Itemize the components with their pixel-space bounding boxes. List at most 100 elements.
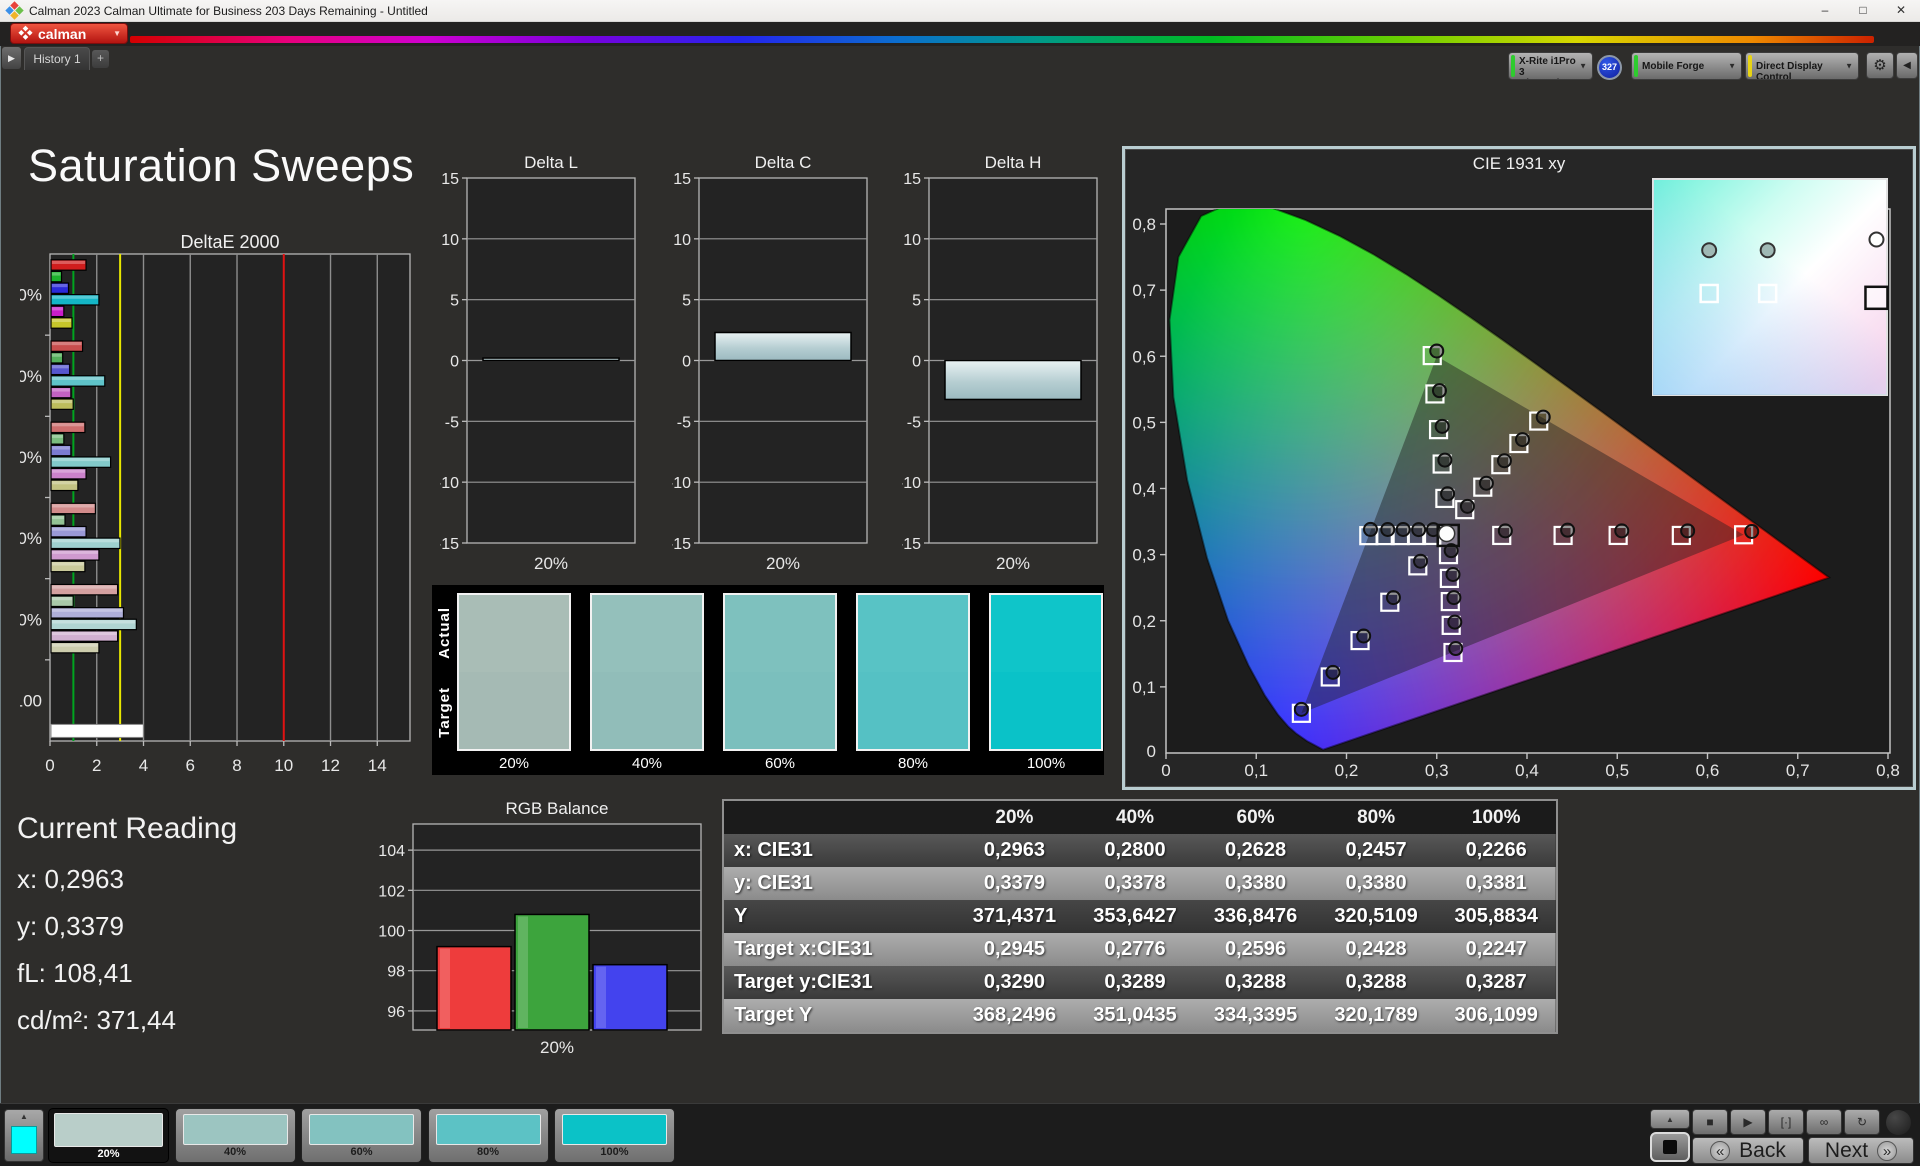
play-button[interactable]: ▶ bbox=[1730, 1109, 1766, 1135]
svg-text:0,7: 0,7 bbox=[1132, 281, 1156, 300]
svg-text:5: 5 bbox=[450, 293, 459, 310]
cie-measured-point bbox=[1478, 475, 1494, 491]
tab-history-1[interactable]: History 1 bbox=[24, 47, 90, 70]
close-icon[interactable]: ✕ bbox=[1882, 0, 1920, 22]
table-cell: 320,5109 bbox=[1334, 905, 1418, 927]
table-cell: 305,8834 bbox=[1454, 905, 1538, 927]
table-cell: 0,3379 bbox=[983, 872, 1046, 894]
cie-measured-point bbox=[1514, 432, 1530, 448]
swatch-compare-40%: 40% bbox=[590, 593, 704, 772]
cie-measured-point bbox=[1443, 543, 1459, 559]
pattern-thumbnail-80%[interactable]: 80% bbox=[427, 1108, 549, 1163]
table-cell: 0,2457 bbox=[1345, 839, 1407, 861]
svg-text:80%: 80% bbox=[20, 367, 42, 386]
svg-text:-5: -5 bbox=[445, 414, 459, 431]
cie-measured-point bbox=[1293, 701, 1309, 717]
add-tab-button[interactable]: + bbox=[92, 50, 109, 68]
swatch-label: 40% bbox=[631, 755, 663, 772]
svg-text:0,1: 0,1 bbox=[1132, 678, 1156, 697]
swatch-compare-60%: 60% bbox=[723, 593, 837, 772]
cie-measured-point bbox=[1437, 452, 1453, 468]
logo-bar: calman ▼ bbox=[0, 22, 1920, 46]
pattern-label: Mobile Forge bbox=[1642, 61, 1705, 72]
page-title: Saturation Sweeps bbox=[28, 140, 415, 191]
transport-collapse-button[interactable]: ▲ bbox=[1650, 1109, 1690, 1129]
settings-button[interactable]: ⚙ bbox=[1866, 52, 1894, 79]
table-cell: 320,1789 bbox=[1334, 1004, 1418, 1026]
svg-text:0: 0 bbox=[682, 354, 691, 371]
table-cell: 0,2945 bbox=[983, 938, 1046, 960]
pattern-thumbnail-20%[interactable]: 20% bbox=[48, 1108, 169, 1163]
calman-menu-button[interactable]: calman ▼ bbox=[10, 23, 128, 44]
stop-measure-button[interactable] bbox=[1650, 1132, 1690, 1162]
cie-measured-point bbox=[1560, 522, 1576, 538]
pattern-preview-button[interactable]: ▲ bbox=[4, 1109, 44, 1162]
display-label: Direct Display Control bbox=[1756, 61, 1823, 80]
svg-text:-10: -10 bbox=[440, 475, 459, 492]
collapse-panel-button[interactable]: ◀ bbox=[1896, 52, 1918, 79]
table-cell: 0,2266 bbox=[1465, 839, 1527, 861]
window-title: Calman 2023 Calman Ultimate for Business… bbox=[29, 3, 428, 18]
meter-count-badge[interactable]: 327 bbox=[1597, 55, 1622, 80]
calman-logo-icon bbox=[18, 25, 34, 42]
svg-text:98: 98 bbox=[387, 964, 405, 981]
table-header: 40% bbox=[1074, 801, 1196, 834]
table-cell: 0,3287 bbox=[1465, 971, 1527, 993]
next-arrow-icon: » bbox=[1877, 1140, 1898, 1161]
svg-text:0,5: 0,5 bbox=[1605, 761, 1629, 780]
swatch-label: 60% bbox=[764, 755, 796, 772]
row-label: Y bbox=[734, 905, 748, 927]
cie-measured-point bbox=[1497, 523, 1513, 539]
thumbnail-swatch bbox=[435, 1114, 541, 1145]
svg-text:40%: 40% bbox=[20, 529, 42, 548]
single-measure-button[interactable]: [·] bbox=[1768, 1109, 1804, 1135]
target-swatch bbox=[459, 672, 569, 749]
current-reading-block: Current Reading x: 0,2963 y: 0,3379 fL: 10… bbox=[17, 812, 357, 1052]
meter-dropdown-button[interactable]: X-Rite i1Pro 3 Direct View ▼ bbox=[1508, 52, 1593, 80]
svg-text:-5: -5 bbox=[677, 414, 691, 431]
stop-button[interactable]: ■ bbox=[1692, 1109, 1728, 1135]
svg-text:0: 0 bbox=[45, 756, 54, 775]
calman-app-icon bbox=[5, 1, 24, 20]
expand-sidebar-button[interactable]: ▶ bbox=[2, 47, 21, 69]
display-status-bar bbox=[1748, 55, 1752, 77]
thumbnail-label: 40% bbox=[223, 1146, 247, 1158]
table-cell: 371,4371 bbox=[972, 905, 1057, 927]
meter-line2: Direct View bbox=[1519, 78, 1578, 79]
svg-text:8: 8 bbox=[232, 756, 241, 775]
svg-text:-15: -15 bbox=[902, 536, 921, 553]
cie-measured-point bbox=[1447, 614, 1463, 630]
svg-text:DeltaE 2000: DeltaE 2000 bbox=[180, 232, 279, 252]
table-row: Target y:CIE31 0,3290 0,3289 0,3288 0,3288 0,… bbox=[724, 966, 1556, 999]
svg-text:0,5: 0,5 bbox=[1132, 413, 1156, 432]
pattern-thumbnail-60%[interactable]: 60% bbox=[301, 1108, 422, 1163]
measurement-table: 20% 40% 60% 80% 100% x: CIE31 0,2963 0,2800 0,26… bbox=[722, 799, 1558, 1034]
current-reading-item: y: 0,3379 bbox=[17, 911, 124, 941]
cie-measured-point bbox=[1744, 523, 1760, 539]
continuous-measure-button[interactable]: ∞ bbox=[1806, 1109, 1842, 1135]
refresh-button[interactable]: ↻ bbox=[1844, 1109, 1880, 1135]
svg-text:96: 96 bbox=[387, 1004, 405, 1021]
pattern-source-dropdown-button[interactable]: Mobile Forge ▼ bbox=[1631, 52, 1742, 80]
rainbow-gradient-strip bbox=[130, 36, 1874, 43]
swatch-compare-100%: 100% bbox=[989, 593, 1103, 772]
table-row: Target x:CIE31 0,2945 0,2776 0,2596 0,2428 0,… bbox=[724, 933, 1556, 966]
svg-text:15: 15 bbox=[441, 171, 459, 188]
minimize-icon[interactable]: – bbox=[1806, 0, 1844, 22]
back-button[interactable]: « Back bbox=[1692, 1137, 1804, 1164]
cie-measured-point bbox=[1385, 590, 1401, 606]
target-row-label: Target bbox=[436, 687, 453, 738]
table-header-row: 20% 40% 60% 80% 100% bbox=[724, 801, 1556, 834]
pattern-thumbnail-40%[interactable]: 40% bbox=[174, 1108, 296, 1163]
cie-measured-point bbox=[1680, 523, 1696, 539]
swatch-label: 80% bbox=[897, 755, 929, 772]
maximize-icon[interactable]: □ bbox=[1844, 0, 1882, 22]
single-measure-icon: [·] bbox=[1780, 1115, 1792, 1129]
next-button[interactable]: Next » bbox=[1808, 1137, 1914, 1164]
thumbnail-label: 20% bbox=[97, 1148, 120, 1160]
pattern-thumbnail-100%[interactable]: 100% bbox=[554, 1108, 675, 1163]
cie-inset-target bbox=[1864, 285, 1889, 311]
display-control-dropdown-button[interactable]: Direct Display Control ▼ bbox=[1745, 52, 1859, 80]
svg-text:20%: 20% bbox=[20, 610, 42, 629]
table-cell: 0,3381 bbox=[1465, 872, 1527, 894]
